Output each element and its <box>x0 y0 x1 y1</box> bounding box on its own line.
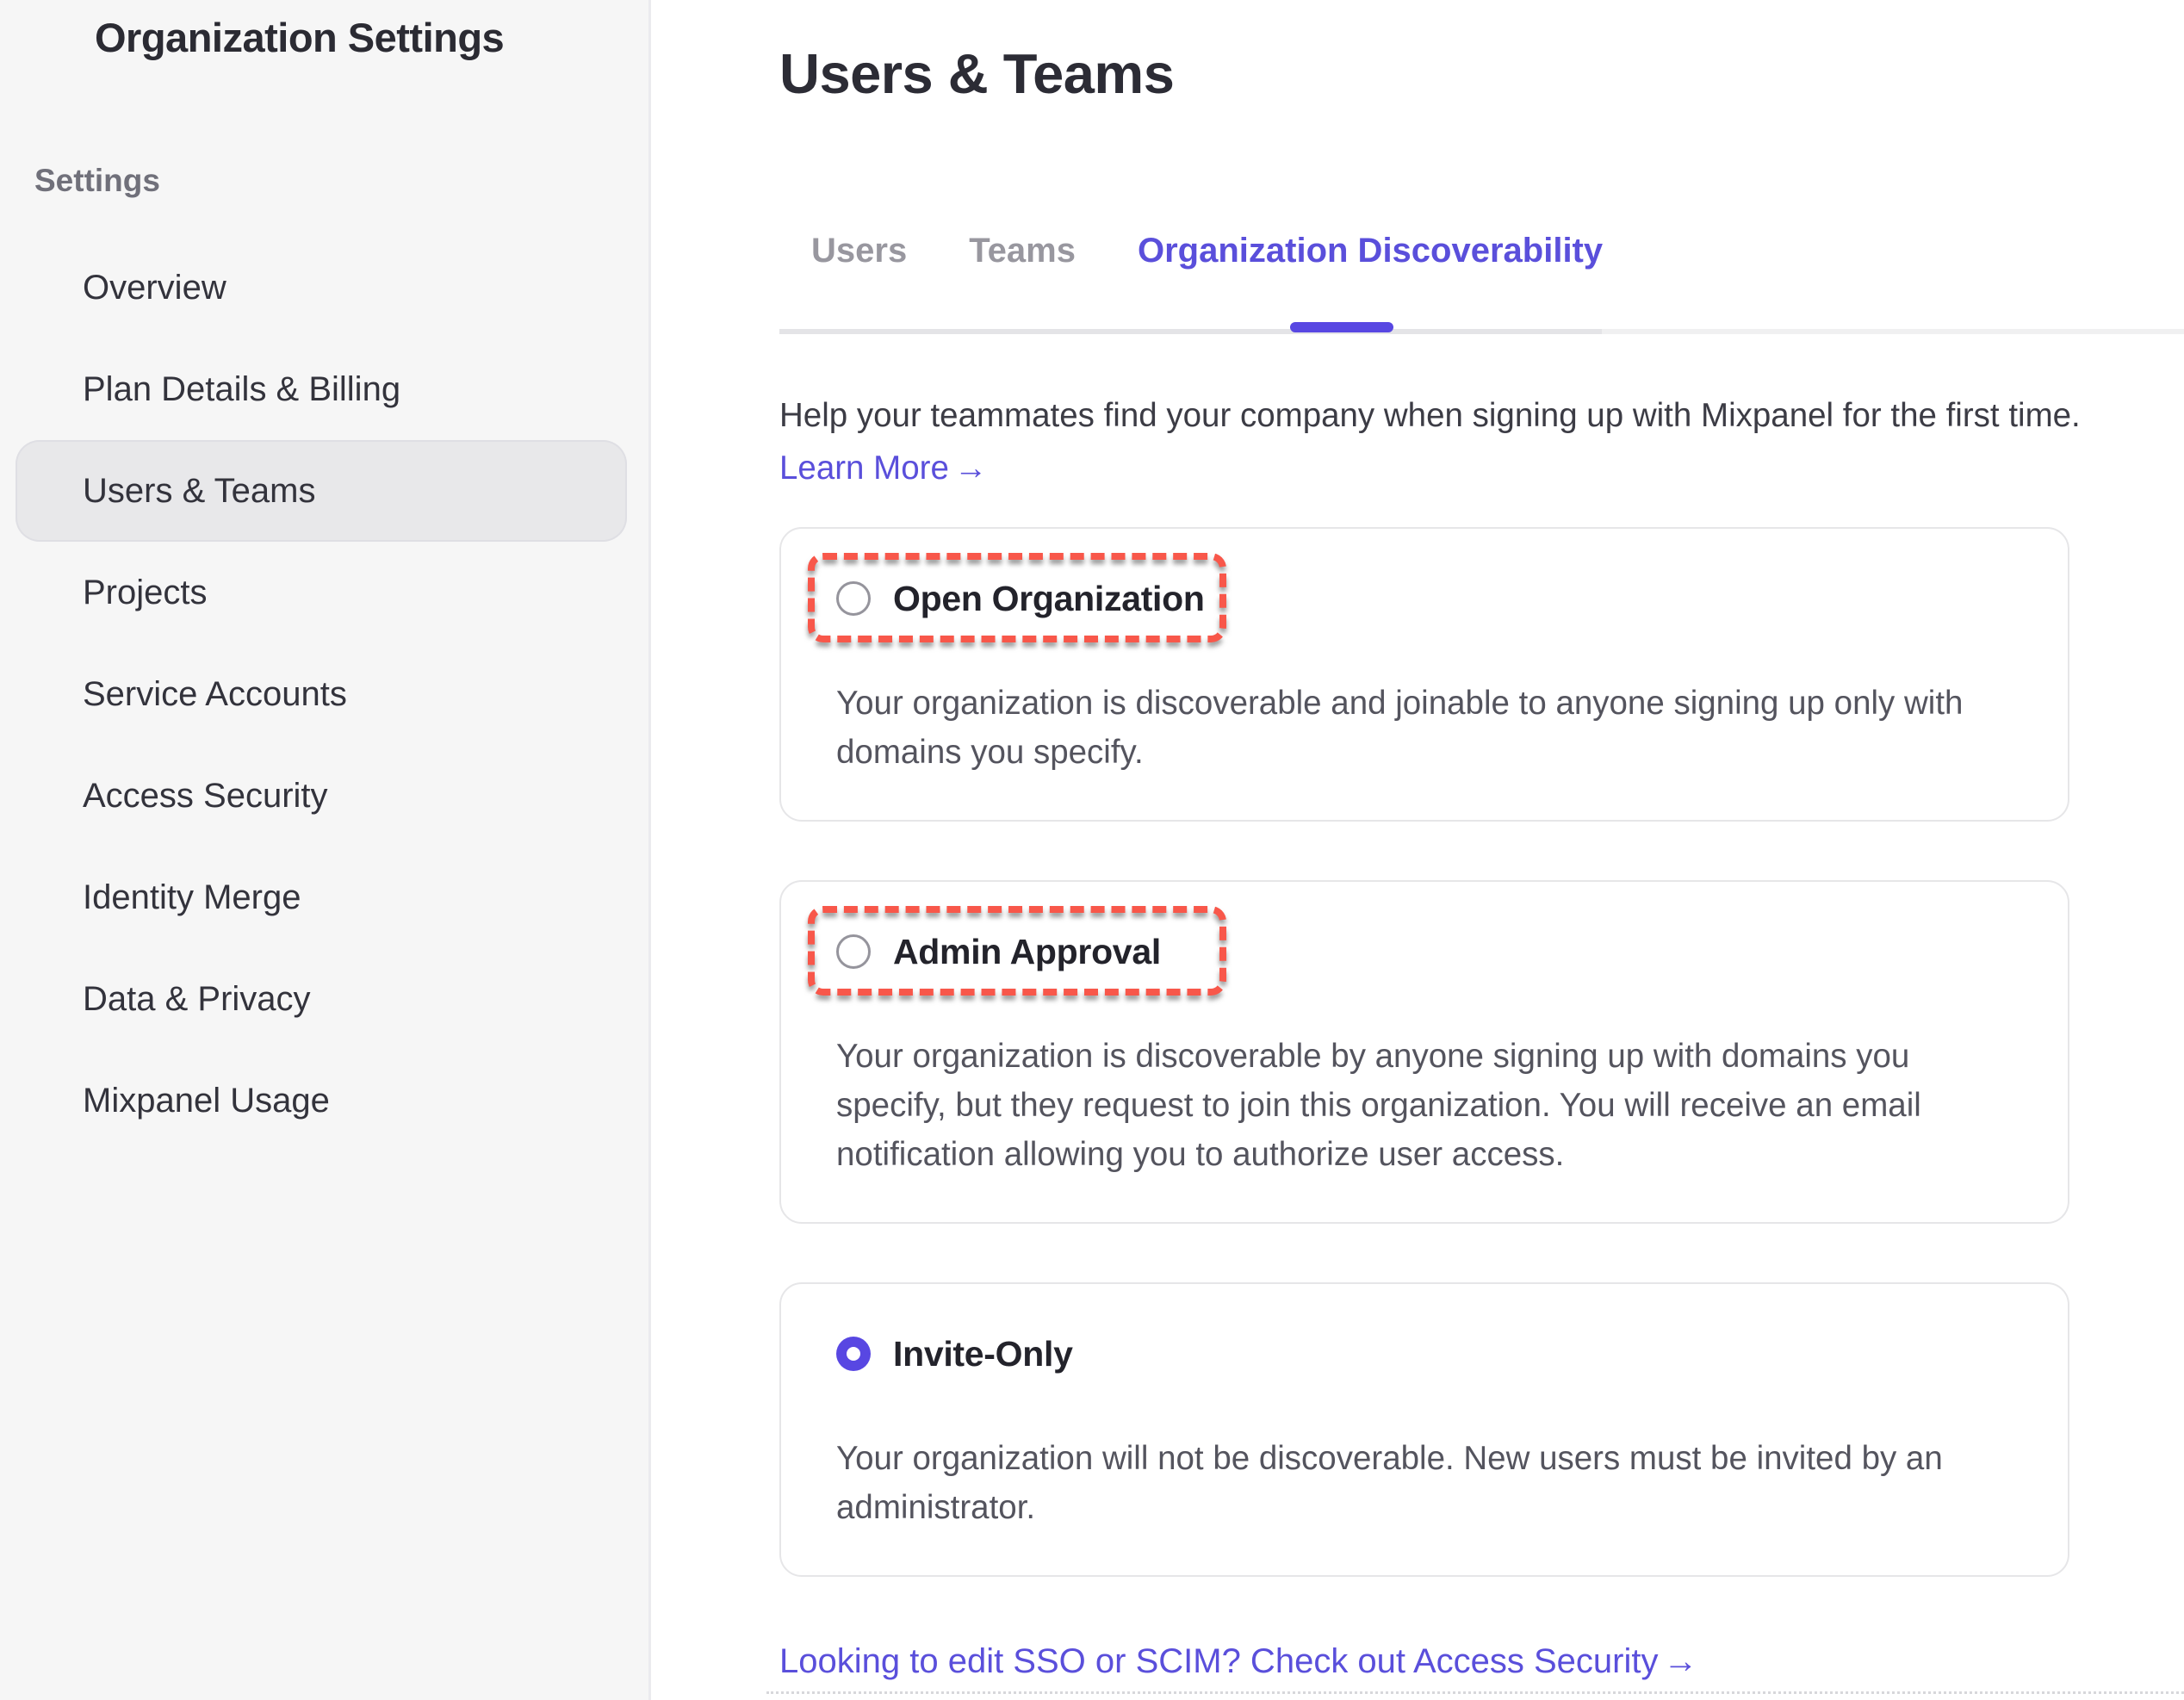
main-content: Users & Teams Users Teams Organization D… <box>651 0 2184 1700</box>
option-description-invite-only: Your organization will not be discoverab… <box>836 1434 2013 1532</box>
option-label-invite-only: Invite-Only <box>893 1334 1073 1374</box>
sidebar-item-service-accounts[interactable]: Service Accounts <box>16 643 627 745</box>
option-invite-only[interactable]: Invite-Only <box>836 1336 1073 1372</box>
arrow-right-icon: → <box>1663 1642 1697 1680</box>
arrow-right-icon: → <box>954 450 988 487</box>
option-description-open-organization: Your organization is discoverable and jo… <box>836 679 2013 777</box>
radio-open-organization[interactable] <box>836 581 871 616</box>
sidebar-item-access-security[interactable]: Access Security <box>16 745 627 847</box>
access-security-link-label: Looking to edit SSO or SCIM? Check out A… <box>779 1642 1658 1680</box>
learn-more-label: Learn More <box>779 450 949 487</box>
app-window: Organization Settings Settings Overview … <box>0 0 2184 1700</box>
sidebar-item-users-teams[interactable]: Users & Teams <box>16 440 627 542</box>
sidebar-item-mixpanel-usage[interactable]: Mixpanel Usage <box>16 1050 627 1151</box>
learn-more-link[interactable]: Learn More→ <box>779 450 987 487</box>
option-label-open-organization: Open Organization <box>893 579 1205 619</box>
radio-invite-only[interactable] <box>836 1337 871 1371</box>
active-tab-indicator <box>1290 322 1393 332</box>
sidebar-item-identity-merge[interactable]: Identity Merge <box>16 847 627 948</box>
tab-underline-track <box>779 329 1602 334</box>
option-card-invite-only: Invite-Only Your organization will not b… <box>779 1282 2069 1577</box>
sidebar-nav: Overview Plan Details & Billing Users & … <box>0 237 648 1151</box>
intro-text: Help your teammates find your company wh… <box>779 394 2179 437</box>
option-card-admin-approval: Admin Approval Your organization is disc… <box>779 880 2069 1224</box>
page-title: Users & Teams <box>779 43 2184 105</box>
sidebar-item-data-privacy[interactable]: Data & Privacy <box>16 948 627 1050</box>
sidebar-item-plan-details-billing[interactable]: Plan Details & Billing <box>16 338 627 440</box>
sidebar-title: Organization Settings <box>95 14 648 61</box>
option-admin-approval[interactable]: Admin Approval <box>836 934 1161 970</box>
option-label-admin-approval: Admin Approval <box>893 932 1161 972</box>
tab-teams[interactable]: Teams <box>969 231 1076 270</box>
sidebar: Organization Settings Settings Overview … <box>0 0 651 1700</box>
access-security-link[interactable]: Looking to edit SSO or SCIM? Check out A… <box>779 1642 1697 1681</box>
sidebar-item-projects[interactable]: Projects <box>16 542 627 643</box>
tab-users[interactable]: Users <box>811 231 907 270</box>
tab-underline <box>779 329 2184 334</box>
sidebar-item-overview[interactable]: Overview <box>16 237 627 338</box>
option-open-organization[interactable]: Open Organization <box>836 580 1205 617</box>
sidebar-section-label: Settings <box>34 163 648 199</box>
option-description-admin-approval: Your organization is discoverable by any… <box>836 1032 2013 1179</box>
tab-bar: Users Teams Organization Discoverability <box>811 231 2184 270</box>
bottom-divider <box>766 1691 2184 1694</box>
radio-admin-approval[interactable] <box>836 934 871 969</box>
option-card-open-organization: Open Organization Your organization is d… <box>779 527 2069 822</box>
tab-organization-discoverability[interactable]: Organization Discoverability <box>1138 231 1603 270</box>
